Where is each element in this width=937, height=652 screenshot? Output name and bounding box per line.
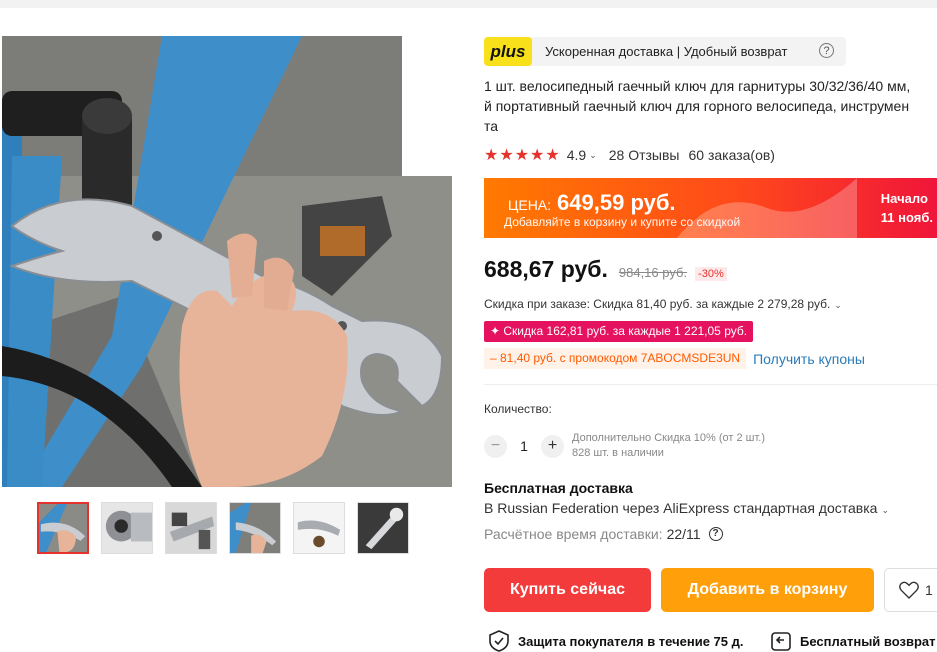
shipping-method-text: В Russian Federation через AliExpress ст… bbox=[484, 500, 878, 516]
promo-subtitle: Добавляйте в корзину и купите со скидкой bbox=[504, 215, 741, 229]
thumbnail-3[interactable] bbox=[165, 502, 217, 554]
buyer-protection[interactable]: Защита покупателя в течение 75 д. bbox=[488, 630, 743, 652]
current-price: 688,67 руб. bbox=[484, 256, 608, 282]
buyer-protection-text: Защита покупателя в течение 75 д. bbox=[518, 633, 744, 649]
quantity-value[interactable]: 1 bbox=[507, 438, 541, 454]
old-price: 984,16 руб. bbox=[618, 265, 688, 280]
thumbnail-6[interactable] bbox=[357, 502, 409, 554]
order-discount[interactable]: Скидка при заказе: Скидка 81,40 руб. за … bbox=[484, 297, 842, 311]
eta-value: 22/11 bbox=[666, 526, 701, 542]
rating-row: ★★★★★ 4.9 ⌄ 28 Отзывы 60 заказа(ов) bbox=[484, 145, 775, 165]
quantity-decrease-button[interactable]: − bbox=[484, 434, 507, 458]
banner-decoration bbox=[677, 178, 857, 238]
order-discount-text: Скидка при заказе: Скидка 81,40 руб. за … bbox=[484, 297, 831, 311]
quantity-info: Дополнительно Скидка 10% (от 2 шт.) 828 … bbox=[572, 431, 765, 461]
thumbnail-2[interactable] bbox=[101, 502, 153, 554]
extra-discount-text: Дополнительно Скидка 10% (от 2 шт.) bbox=[572, 432, 766, 444]
promo-price-line: ЦЕНА: 649,59 руб. bbox=[508, 190, 676, 216]
wishlist-count: 1 bbox=[925, 582, 933, 598]
promo-start-label: Начало bbox=[880, 191, 928, 206]
promo-code-row: – 81,40 руб. с промокодом 7ABOCMSDE3UN П… bbox=[484, 348, 865, 369]
promo-start-date: Начало 11 нояб. bbox=[881, 189, 933, 227]
free-return[interactable]: Бесплатный возврат bbox=[770, 630, 935, 652]
delivery-eta: Расчётное время доставки: 22/11 ? bbox=[484, 526, 723, 542]
quantity-label: Количество: bbox=[484, 402, 552, 416]
discount-badge: -30% bbox=[695, 267, 727, 281]
divider bbox=[484, 384, 937, 385]
plus-bar-text: Ускоренная доставка | Удобный возврат bbox=[545, 44, 788, 59]
product-photo bbox=[2, 36, 452, 487]
orders-count: 60 заказа(ов) bbox=[688, 147, 775, 163]
eta-label: Расчётное время доставки: bbox=[484, 526, 663, 542]
promo-label: ЦЕНА: bbox=[508, 197, 552, 213]
chevron-down-icon[interactable]: ⌄ bbox=[881, 505, 889, 515]
quantity-increase-button[interactable]: + bbox=[541, 434, 564, 458]
free-return-text: Бесплатный возврат bbox=[800, 633, 936, 649]
product-title: 1 шт. велосипедный гаечный ключ для гарн… bbox=[484, 78, 911, 134]
shipping-title: Бесплатная доставка bbox=[484, 480, 633, 496]
reviews-link[interactable]: 28 Отзывы bbox=[609, 147, 680, 163]
rating-value[interactable]: 4.9 bbox=[567, 147, 586, 163]
thumbnail-strip bbox=[37, 502, 409, 554]
stock-text: 828 шт. в наличии bbox=[572, 447, 664, 459]
store-coupon-badge[interactable]: ✦ Скидка 162,81 руб. за каждые 1 221,05 … bbox=[484, 321, 754, 342]
top-bar bbox=[0, 0, 937, 8]
thumbnail-1[interactable] bbox=[37, 502, 89, 554]
quantity-stepper: − 1 + Дополнительно Скидка 10% (от 2 шт.… bbox=[484, 431, 765, 461]
price-row: 688,67 руб. 984,16 руб. -30% bbox=[484, 256, 727, 283]
return-icon bbox=[771, 632, 791, 651]
plus-delivery-bar[interactable]: plus Ускоренная доставка | Удобный возвр… bbox=[484, 37, 846, 66]
get-coupons-link[interactable]: Получить купоны bbox=[753, 351, 865, 367]
thumbnail-4[interactable] bbox=[229, 502, 281, 554]
shipping-method[interactable]: В Russian Federation через AliExpress ст… bbox=[484, 500, 889, 516]
heart-icon bbox=[899, 581, 919, 599]
shield-icon bbox=[489, 630, 509, 652]
help-icon[interactable]: ? bbox=[708, 527, 723, 541]
thumbnail-5[interactable] bbox=[293, 502, 345, 554]
wishlist-button[interactable]: 1 bbox=[884, 568, 937, 612]
chevron-down-icon[interactable]: ⌄ bbox=[834, 300, 842, 310]
plus-badge: plus bbox=[484, 37, 532, 66]
buy-now-button[interactable]: Купить сейчас bbox=[484, 568, 651, 612]
promo-price: 649,59 руб. bbox=[557, 190, 676, 215]
chevron-down-icon[interactable]: ⌄ bbox=[589, 150, 597, 161]
add-to-cart-button[interactable]: Добавить в корзину bbox=[661, 568, 874, 612]
promo-price-banner[interactable]: ЦЕНА: 649,59 руб. Добавляйте в корзину и… bbox=[484, 178, 937, 238]
promo-code-badge[interactable]: – 81,40 руб. с промокодом 7ABOCMSDE3UN bbox=[484, 348, 747, 369]
help-icon[interactable]: ? bbox=[819, 43, 834, 58]
main-product-image[interactable] bbox=[2, 36, 452, 487]
star-rating-icon: ★★★★★ bbox=[484, 147, 561, 164]
promo-start-value: 11 нояб. bbox=[880, 210, 933, 225]
